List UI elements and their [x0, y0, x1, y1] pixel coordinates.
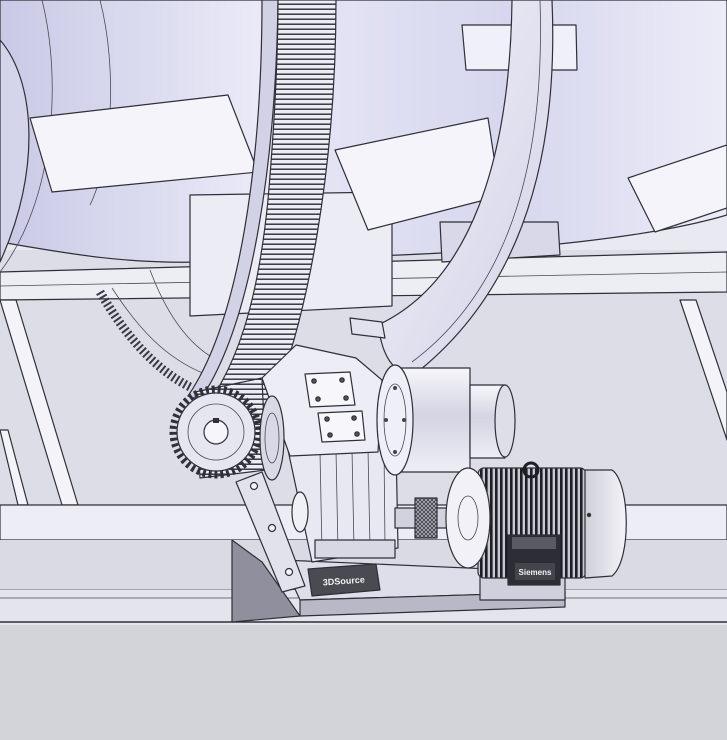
gearbox-feet — [314, 539, 396, 559]
cad-render-scene: 3DSource Siemens — [0, 0, 727, 740]
bolt — [284, 567, 294, 577]
bolt — [267, 523, 277, 533]
pinion-hub — [203, 419, 229, 445]
gearbox-output-flange — [259, 395, 285, 481]
shaft-coupling — [414, 497, 438, 539]
motor-fan-cover — [584, 469, 627, 579]
motor-nameplate-text: Siemens — [519, 568, 552, 577]
gearbox-inspection-cover — [317, 410, 366, 443]
gearbox-top-cover — [304, 371, 356, 408]
brake-drum-flange — [376, 364, 414, 476]
motor-front-flange — [445, 467, 491, 569]
bolt — [249, 481, 259, 491]
floor — [0, 625, 727, 740]
gearbox-bearing-cap — [291, 491, 309, 533]
